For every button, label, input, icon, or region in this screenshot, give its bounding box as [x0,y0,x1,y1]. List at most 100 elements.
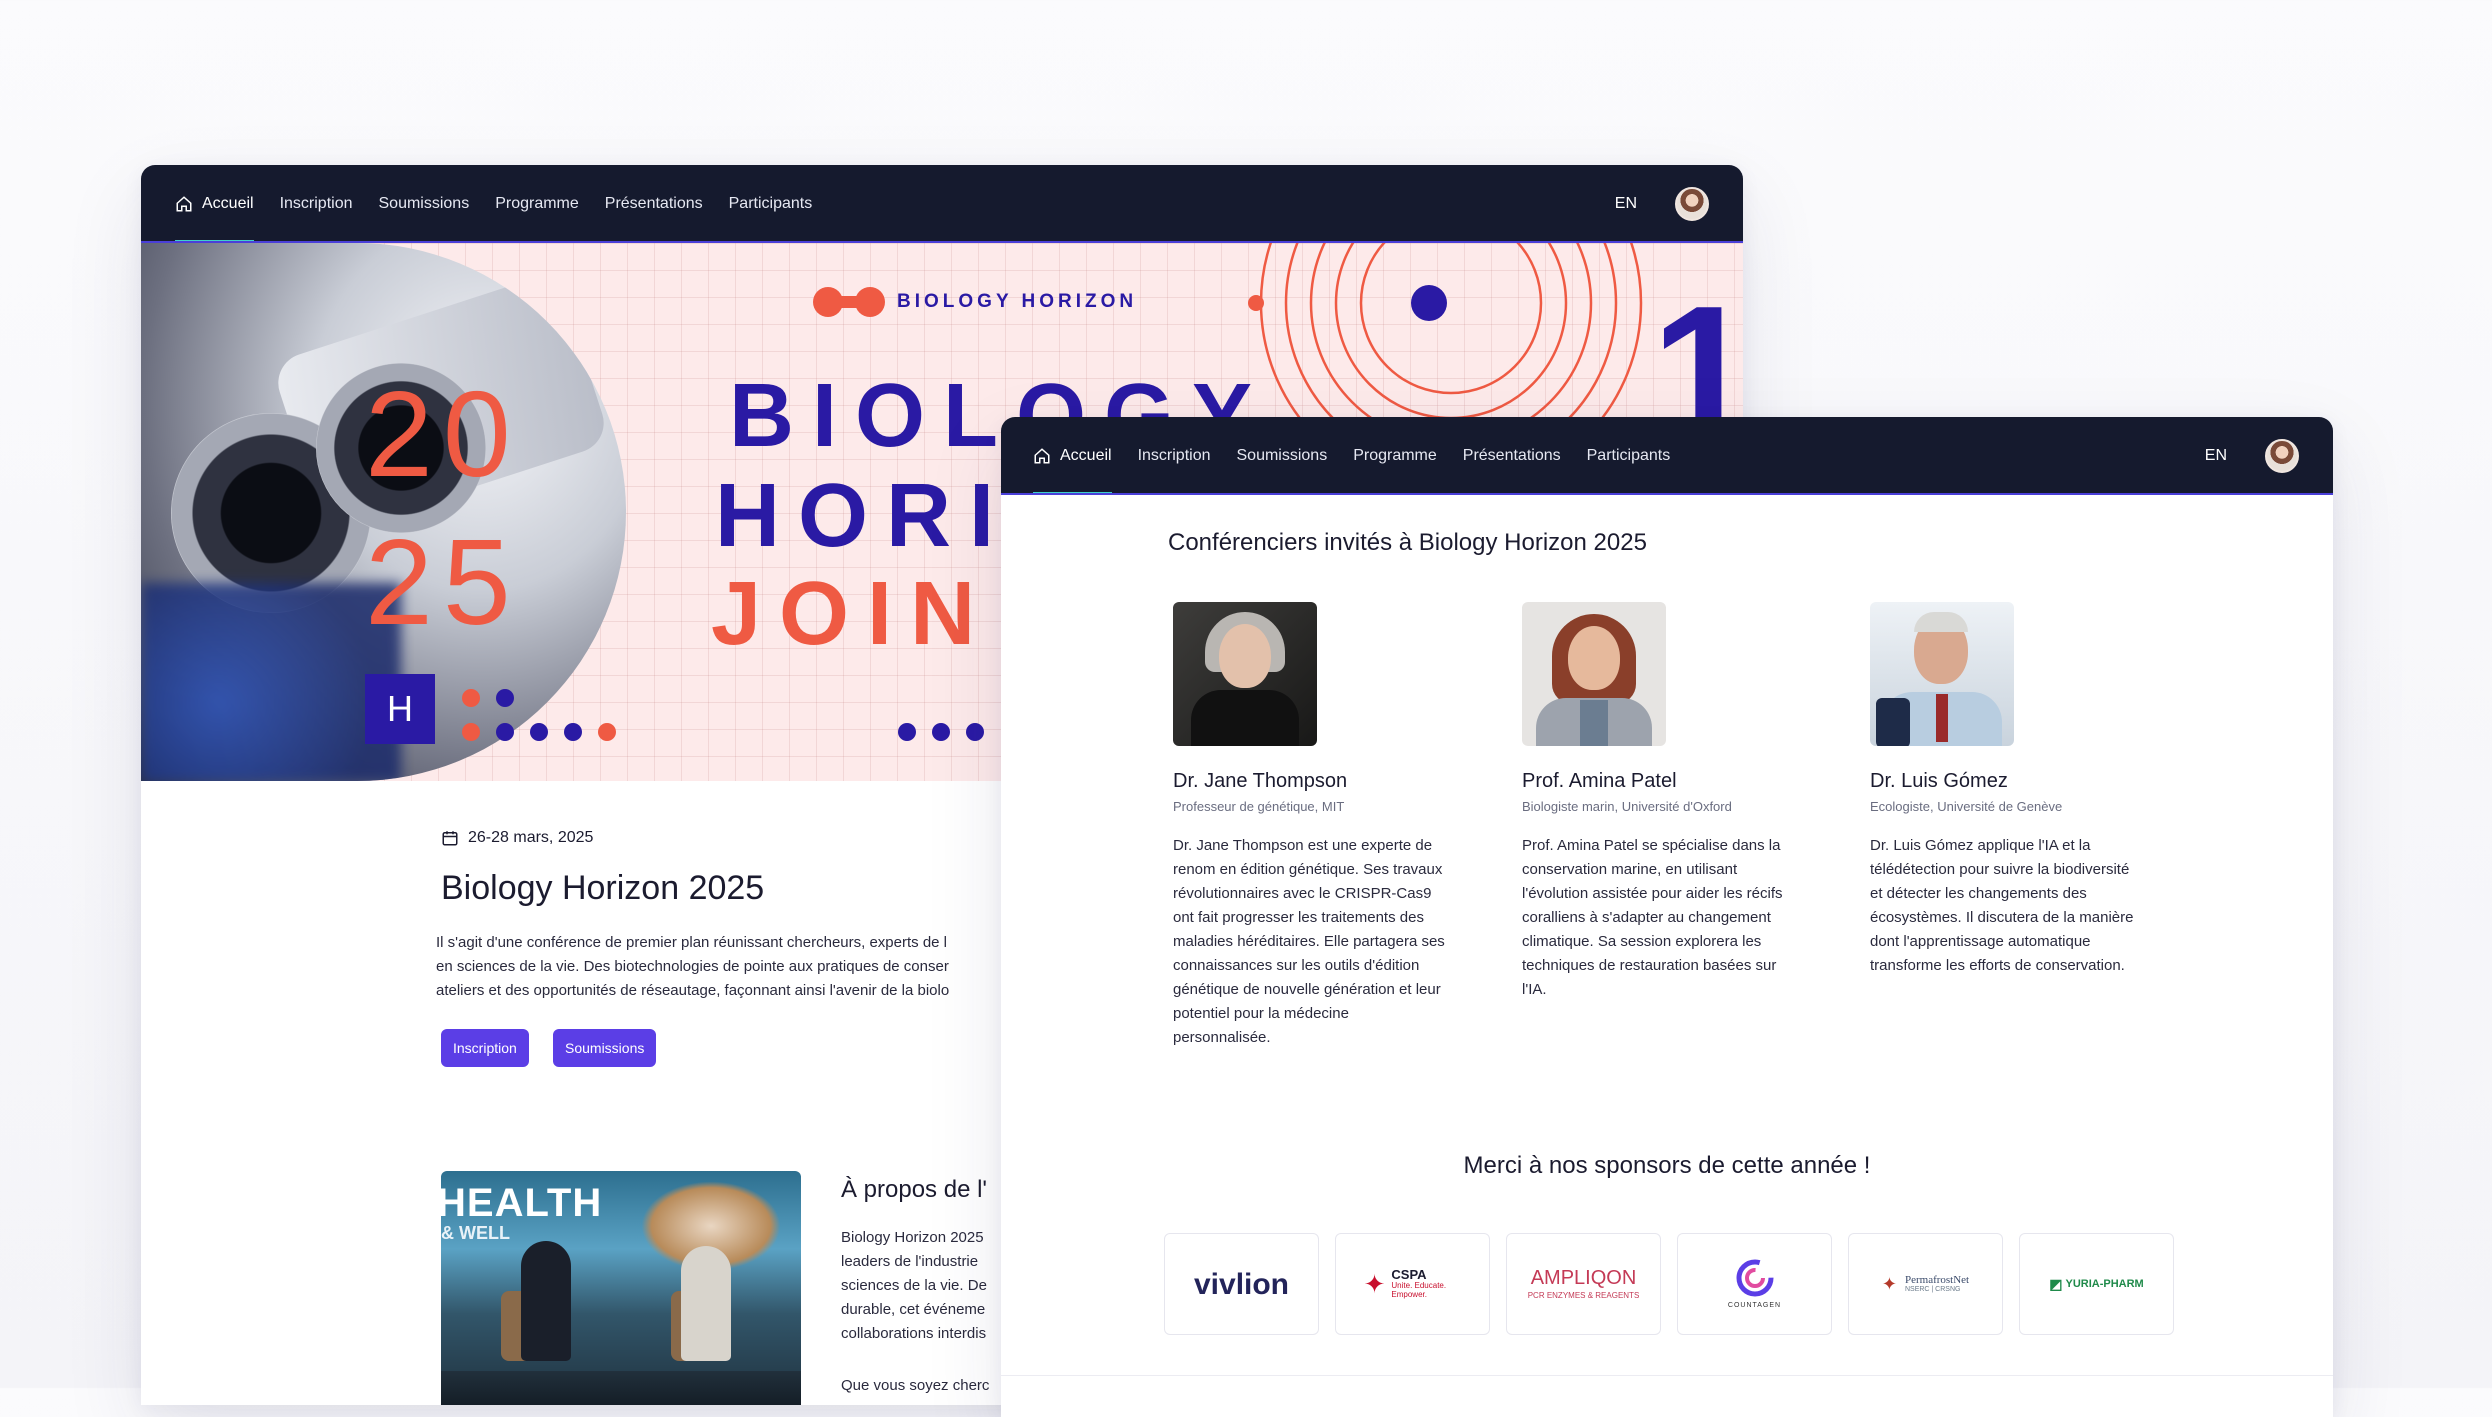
bio-line: climatique. Sa session explorera les [1522,933,1762,950]
speaker-name: Prof. Amina Patel [1522,770,1677,792]
bio-line: Dr. Jane Thompson est une experte de [1173,837,1433,854]
nav-item-participants[interactable]: Participants [1587,417,1671,495]
yuria-logo-icon: ◩ [2049,1275,2063,1292]
decor-dot [462,723,480,741]
speaker-bio: Prof. Amina Patel se spécialise dans la … [1522,834,1822,1002]
top-nav: Accueil Inscription Soumissions Programm… [1001,417,2333,495]
description-line: Il s'agit d'une conférence de premier pl… [436,934,948,951]
decor-dot [598,723,616,741]
bio-line: techniques de restauration basées sur [1522,957,1777,974]
description-line: ateliers et des opportunités de réseauta… [436,982,950,999]
speaker-photo [1870,602,2014,746]
bio-line: Dr. Luis Gómez applique l'IA et la [1870,837,2091,854]
decor-dot [496,723,514,741]
sponsor-logo-vivlion[interactable]: vivlion [1164,1233,1319,1335]
bio-line: conservation marine, en utilisant [1522,861,1738,878]
speaker-name: Dr. Jane Thompson [1173,770,1348,792]
countagen-logo-icon [1736,1259,1773,1297]
bio-line: coralliens à s'adapter au changement [1522,909,1771,926]
home-icon [176,196,192,212]
logo-mark [813,287,885,317]
event-logo: BIOLOGY HORIZON [813,287,1137,317]
photo-sign-line-2: & WELL [441,1223,510,1243]
nav-item-inscription[interactable]: Inscription [280,165,353,243]
sponsor-name: AMPLIQON [1530,1267,1637,1290]
speaker-card: Dr. Luis Gómez Ecologiste, Université de… [1870,602,2170,978]
nav-item-soumissions[interactable]: Soumissions [379,165,470,243]
year-bottom: 25 [365,514,521,650]
sponsor-tagline: PCR ENZYMES & REAGENTS [1527,1291,1640,1301]
nav-item-inscription[interactable]: Inscription [1138,417,1211,495]
bio-line: personnalisée. [1173,1029,1271,1046]
sponsor-name: COUNTAGEN [1727,1302,1782,1310]
bio-line: Prof. Amina Patel se spécialise dans la [1522,837,1781,854]
sponsor-logo-ampliqon[interactable]: AMPLIQON PCR ENZYMES & REAGENTS [1506,1233,1661,1335]
language-switch[interactable]: EN [2205,447,2227,465]
calendar-icon [442,831,458,846]
sponsor-logo-permafrostnet[interactable]: ✦ PermafrostNet NSERC | CRSNG [1848,1233,2003,1335]
event-title: Biology Horizon 2025 [441,869,765,907]
bio-line: ont fait progresser les traitements des [1173,909,1424,926]
sponsor-logo-cspa[interactable]: ✦ CSPA Unite. Educate. Empower. [1335,1233,1490,1335]
event-description: Il s'agit d'une conférence de premier pl… [436,931,1076,1003]
sponsor-name: CSPA [1391,1267,1427,1283]
top-nav: Accueil Inscription Soumissions Programm… [141,165,1743,243]
inscription-button[interactable]: Inscription [441,1029,529,1067]
speaker-name: Dr. Luis Gómez [1870,770,2008,792]
language-switch[interactable]: EN [1615,195,1637,213]
badge-letter: H [365,674,435,744]
bio-line: dont l'apprentissage automatique [1870,933,2091,950]
speakers-title: Conférenciers invités à Biology Horizon … [1168,529,1647,556]
sponsor-name: YURIA-PHARM [2065,1277,2144,1290]
decor-dot [564,723,582,741]
bio-line: télédétection pour suivre la biodiversit… [1870,861,2130,878]
photo-sign-line-1: HEALTH [441,1181,603,1225]
user-avatar[interactable] [2265,439,2299,473]
sponsor-tagline: NSERC | CRSNG [1904,1286,1961,1294]
sponsor-logo-countagen[interactable]: COUNTAGEN [1677,1233,1832,1335]
nav-item-accueil[interactable]: Accueil [175,165,254,243]
year-top: 20 [365,366,521,502]
bio-line: et détecter les changements des [1870,885,2087,902]
nav-item-programme[interactable]: Programme [1353,417,1437,495]
decor-dot [496,689,514,707]
speaker-photo [1173,602,1317,746]
speaker-card: Prof. Amina Patel Biologiste marin, Univ… [1522,602,1822,1002]
nav-label: Accueil [202,195,254,212]
soumissions-button[interactable]: Soumissions [553,1029,657,1067]
sponsor-name: vivlion [1193,1267,1290,1301]
panel-photo: HEALTH & WELL [441,1171,801,1405]
bio-line: renom en édition génétique. Ses travaux [1173,861,1443,878]
nav-item-presentations[interactable]: Présentations [605,165,703,243]
speakers-page-window: Accueil Inscription Soumissions Programm… [1001,417,2333,1417]
bio-line: l'IA. [1522,981,1547,998]
bio-line: génétique de nouvelle génération et leur [1173,981,1441,998]
decor-dot [898,723,916,741]
speaker-card: Dr. Jane Thompson Professeur de génétiqu… [1173,602,1473,1050]
nav-item-accueil[interactable]: Accueil [1033,417,1112,495]
sponsor-logo-yuria-pharm[interactable]: ◩ YURIA-PHARM [2019,1233,2174,1335]
decor-dot [462,689,480,707]
footer-divider [1001,1375,2333,1376]
bio-line: potentiel pour la médecine [1173,1005,1349,1022]
speaker-photo [1522,602,1666,746]
user-avatar[interactable] [1675,187,1709,221]
sponsor-name: PermafrostNet [1904,1274,1970,1287]
logo-text: BIOLOGY HORIZON [897,291,1138,312]
sponsor-tagline: Unite. Educate. Empower. [1391,1281,1447,1300]
decor-dot [530,723,548,741]
bio-line: écosystèmes. Il discutera de la manière [1870,909,2134,926]
bio-line: maladies héréditaires. Elle partagera se… [1173,933,1445,950]
speaker-bio: Dr. Jane Thompson est une experte de ren… [1173,834,1473,1050]
event-date-text: 26-28 mars, 2025 [468,829,594,846]
nav-item-soumissions[interactable]: Soumissions [1237,417,1328,495]
nav-item-presentations[interactable]: Présentations [1463,417,1561,495]
home-icon [1034,448,1050,464]
event-date: 26-28 mars, 2025 [441,829,593,847]
nav-label: Accueil [1060,447,1112,464]
nav-item-programme[interactable]: Programme [495,165,579,243]
sponsors-title: Merci à nos sponsors de cette année ! [1463,1152,1871,1179]
maple-leaf-icon: ✦ [1363,1268,1386,1299]
description-line: en sciences de la vie. Des biotechnologi… [436,958,949,975]
nav-item-participants[interactable]: Participants [729,165,813,243]
